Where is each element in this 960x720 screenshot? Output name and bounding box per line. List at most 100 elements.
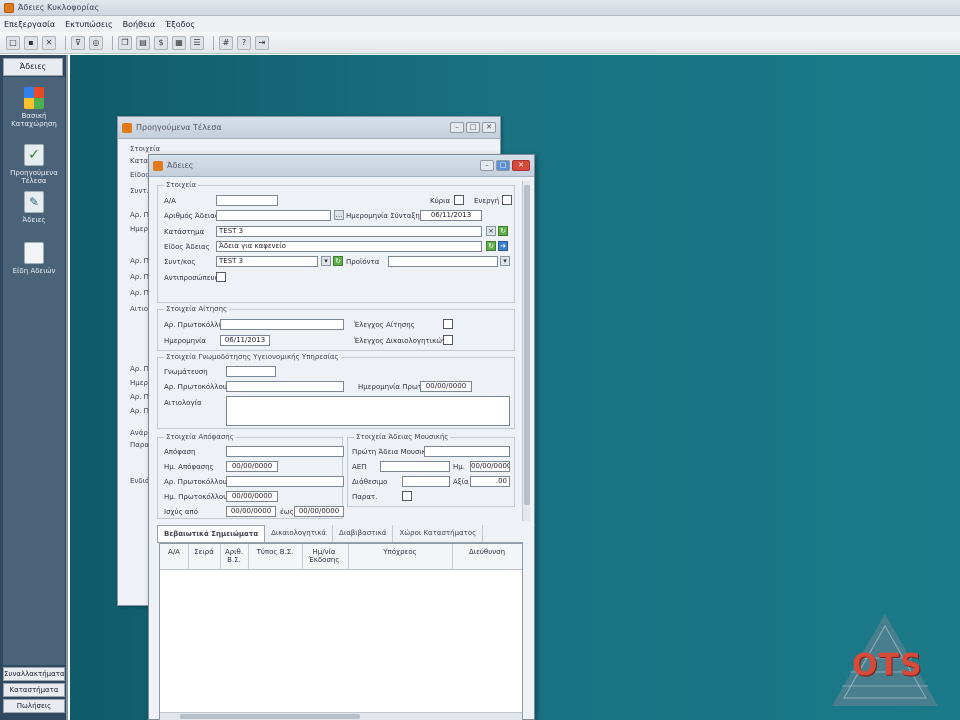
group-music: Στοιχεία Άδειας Μουσικής Πρώτη Άδεια Μου… xyxy=(347,433,515,507)
store-refresh-icon[interactable]: ↻ xyxy=(498,226,508,236)
reason-textarea[interactable] xyxy=(226,396,510,426)
minimize-button[interactable]: – xyxy=(480,160,494,171)
menu-item-print[interactable]: Εκτυπώσεις xyxy=(65,20,113,29)
sidebar-item-basic-entry[interactable]: Βασική Καταχώρηση xyxy=(3,87,65,128)
column-header[interactable]: Α/Α xyxy=(164,548,184,556)
back-label: Είδος xyxy=(130,171,150,179)
creation-date-input[interactable]: 06/11/2013 xyxy=(420,210,482,221)
license-type-refresh-icon[interactable]: ↻ xyxy=(486,241,496,251)
menu-item-help[interactable]: Βοήθεια xyxy=(123,20,156,29)
copy-icon[interactable]: ❐ xyxy=(118,35,132,50)
music-date-label: Ημ. xyxy=(453,463,465,471)
enabled-checkbox[interactable] xyxy=(502,195,512,205)
grid-icon[interactable]: # xyxy=(219,35,233,50)
column-header[interactable]: Διεύθυνση xyxy=(454,548,520,556)
store-label: Κατάστημα xyxy=(164,228,205,236)
scrollbar-thumb[interactable] xyxy=(524,185,530,505)
aa-input[interactable] xyxy=(216,195,278,206)
license-number-input[interactable] xyxy=(216,210,331,221)
menu-item-edit[interactable]: Επεξεργασία xyxy=(4,20,55,29)
nav-bottom-stores[interactable]: Καταστήματα xyxy=(3,683,65,697)
decision-protocol-input[interactable] xyxy=(226,476,344,487)
form-vertical-scrollbar[interactable] xyxy=(522,181,530,521)
sidebar-item-licenses[interactable]: ✎ Άδειες xyxy=(3,191,65,224)
license-type-open-icon[interactable]: ➔ xyxy=(498,241,508,251)
valid-to-label: έως xyxy=(280,508,294,516)
tab-store-spaces[interactable]: Χώροι Καταστήματος xyxy=(393,525,484,542)
valid-to-input[interactable]: 00/00/0000 xyxy=(294,506,344,517)
column-header[interactable]: Ημ/νία Έκδοσης xyxy=(304,548,344,564)
check-app-label: Έλεγχος Αίτησης xyxy=(354,321,415,329)
close-button[interactable]: ✕ xyxy=(512,160,530,171)
windows-logo-icon xyxy=(24,87,44,109)
cost-input[interactable]: .00 xyxy=(470,476,510,487)
close-button[interactable]: ✕ xyxy=(482,122,496,133)
partner-refresh-icon[interactable]: ↻ xyxy=(333,256,343,266)
sidebar-item-license-types[interactable]: Είδη Αδειών xyxy=(3,242,65,275)
tab-documents[interactable]: Δικαιολογητικά xyxy=(265,525,334,542)
nav-bottom-sales[interactable]: Πωλήσεις xyxy=(3,699,65,713)
globe-icon[interactable]: ◎ xyxy=(89,35,103,50)
filter-icon[interactable]: ⊽ xyxy=(71,35,85,50)
license-type-label: Είδος Άδειας xyxy=(164,243,210,251)
store-input[interactable]: TEST 3 xyxy=(216,226,482,237)
column-header[interactable]: Τύπος Β.Σ. xyxy=(250,548,300,556)
duration-input[interactable] xyxy=(402,476,450,487)
lookup-button[interactable]: … xyxy=(334,210,344,220)
afm-input[interactable] xyxy=(380,461,450,472)
list-icon[interactable]: ☰ xyxy=(190,35,204,50)
tab-transmittals[interactable]: Διαβιβαστικά xyxy=(333,525,394,542)
nav-bottom-transactions[interactable]: Συναλλακτήματα xyxy=(3,667,65,681)
partner-dropdown-icon[interactable]: ▾ xyxy=(321,256,331,266)
check-app-checkbox[interactable] xyxy=(443,319,453,329)
table-icon[interactable]: ▤ xyxy=(136,35,150,50)
table-horizontal-scrollbar[interactable] xyxy=(160,712,522,720)
app-date-input[interactable]: 06/11/2013 xyxy=(220,335,270,346)
sidebar-item-label: Είδη Αδειών xyxy=(12,267,56,275)
previous-input[interactable] xyxy=(388,256,498,267)
opinion-input[interactable] xyxy=(226,366,276,377)
representation-checkbox[interactable] xyxy=(216,272,226,282)
previous-dropdown-icon[interactable]: ▾ xyxy=(500,256,510,266)
column-header[interactable]: Σειρά xyxy=(190,548,218,556)
app-date-label: Ημερομηνία xyxy=(164,337,207,345)
opinion-protocol-date-input[interactable]: 00/00/0000 xyxy=(420,381,472,392)
aa-label: Α/Α xyxy=(164,197,176,205)
delete-icon[interactable]: ✕ xyxy=(42,35,56,50)
app-title: Άδειες Κυκλοφορίας xyxy=(18,3,100,12)
sidebar-item-previous-fees[interactable]: ✓ Προηγούμενα Τέλεσα xyxy=(3,144,65,185)
partner-input[interactable]: TEST 3 xyxy=(216,256,318,267)
new-icon[interactable]: □ xyxy=(6,35,20,50)
nav-header[interactable]: Άδειες xyxy=(3,58,63,76)
check-docs-checkbox[interactable] xyxy=(443,335,453,345)
decision-date-input[interactable]: 00/00/0000 xyxy=(226,461,278,472)
store-clear-button[interactable]: × xyxy=(486,226,496,236)
scrollbar-thumb[interactable] xyxy=(180,714,360,719)
minimize-button[interactable]: – xyxy=(450,122,464,133)
save-icon[interactable]: ▪ xyxy=(24,35,38,50)
currency-icon[interactable]: $ xyxy=(154,35,168,50)
group-title: Στοιχεία Άδειας Μουσικής xyxy=(354,433,451,441)
decision-protocol-date-input[interactable]: 00/00/0000 xyxy=(226,491,278,502)
sidebar-item-label: Προηγούμενα Τέλεσα xyxy=(10,169,58,185)
main-checkbox[interactable] xyxy=(454,195,464,205)
exit-icon[interactable]: ⇥ xyxy=(255,35,269,50)
decision-date-label: Ημ. Απόφασης xyxy=(164,463,214,471)
tab-receipts[interactable]: Βεβαιωτικά Σημειώματα xyxy=(157,525,266,542)
app-protocol-input[interactable] xyxy=(220,319,344,330)
maximize-button[interactable]: □ xyxy=(466,122,480,133)
remarks-checkbox[interactable] xyxy=(402,491,412,501)
maximize-button[interactable]: □ xyxy=(496,160,510,171)
calculator-icon[interactable]: ▦ xyxy=(172,35,186,50)
license-type-input[interactable]: Άδεια για καφενείο xyxy=(216,241,482,252)
decision-input[interactable] xyxy=(226,446,344,457)
column-header[interactable]: Υπόχρεος xyxy=(350,548,450,556)
sidebar-item-label: Βασική Καταχώρηση xyxy=(11,112,57,128)
music-date-input[interactable]: 00/00/0000 xyxy=(470,461,510,472)
first-license-input[interactable] xyxy=(424,446,510,457)
valid-from-input[interactable]: 00/00/0000 xyxy=(226,506,276,517)
column-header[interactable]: Αριθ. Β.Σ. xyxy=(222,548,246,564)
menu-item-exit[interactable]: Έξοδος xyxy=(165,20,195,29)
help-icon[interactable]: ? xyxy=(237,35,251,50)
opinion-protocol-input[interactable] xyxy=(226,381,344,392)
